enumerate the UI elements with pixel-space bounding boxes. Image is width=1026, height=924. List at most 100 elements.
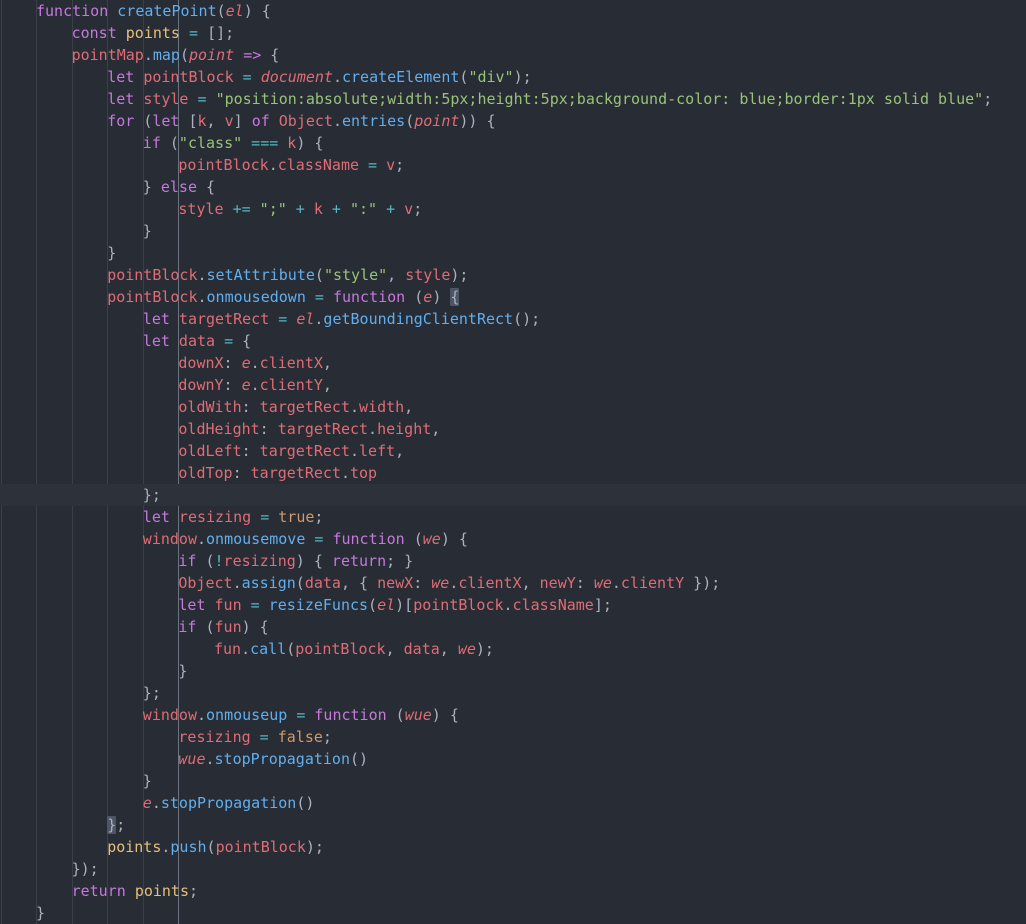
code-line[interactable]: } — [0, 242, 1026, 264]
code-token: entries — [342, 112, 406, 130]
code-line[interactable]: pointMap.map(point => { — [0, 44, 1026, 66]
code-line[interactable]: for (let [k, v] of Object.entries(point)… — [0, 110, 1026, 132]
code-token: resizeFuncs — [268, 596, 369, 614]
code-token: . — [241, 640, 251, 658]
code-line[interactable]: e.stopPropagation() — [0, 792, 1026, 814]
code-token: . — [349, 442, 360, 460]
code-line[interactable]: if ("class" === k) { — [0, 132, 1026, 154]
code-line[interactable]: fun.call(pointBlock, data, we); — [0, 638, 1026, 660]
code-token: } — [107, 244, 117, 262]
code-token: ) — [295, 552, 305, 570]
code-line[interactable]: } — [0, 902, 1026, 924]
code-token: let — [107, 68, 135, 86]
code-token: clientX — [458, 574, 522, 592]
code-line[interactable]: let resizing = true; — [0, 506, 1026, 528]
code-line[interactable]: points.push(pointBlock); — [0, 836, 1026, 858]
code-line[interactable]: resizing = false; — [0, 726, 1026, 748]
code-token: downY — [178, 376, 224, 394]
code-token: let — [178, 596, 206, 614]
code-token: top — [349, 464, 378, 482]
code-token: for — [107, 112, 135, 130]
code-line[interactable]: oldTop: targetRect.top — [0, 462, 1026, 484]
code-line[interactable]: window.onmousemove = function (we) { — [0, 528, 1026, 550]
code-line[interactable]: } else { — [0, 176, 1026, 198]
code-line[interactable]: if (!resizing) { return; } — [0, 550, 1026, 572]
code-token: function — [36, 2, 109, 20]
code-token: , — [340, 574, 360, 592]
code-token: let — [142, 508, 170, 526]
code-line[interactable]: }; — [0, 484, 1026, 506]
code-token: } — [404, 552, 414, 570]
code-line[interactable]: Object.assign(data, { newX: we.clientX, … — [0, 572, 1026, 594]
code-line[interactable]: function createPoint(el) { — [0, 0, 1026, 22]
code-line[interactable]: } — [0, 660, 1026, 682]
code-token: = — [250, 596, 260, 614]
code-line[interactable]: return points; — [0, 880, 1026, 902]
code-token: fun — [214, 618, 242, 636]
code-token: = — [259, 728, 269, 746]
code-token: pointBlock — [413, 596, 504, 614]
code-line[interactable]: let style = "position:absolute;width:5px… — [0, 88, 1026, 110]
code-token: pointBlock — [107, 266, 198, 284]
code-token: : — [232, 464, 251, 482]
code-token: ) — [440, 530, 450, 548]
code-token: point — [189, 46, 235, 64]
code-line[interactable]: } — [0, 770, 1026, 792]
code-token: = — [189, 24, 199, 42]
code-content[interactable]: function createPoint(el) {const points =… — [0, 0, 1026, 924]
code-line[interactable]: pointBlock.onmousedown = function (e) { — [0, 286, 1026, 308]
code-token: style — [405, 266, 451, 284]
code-token: . — [368, 420, 378, 438]
code-token: ) — [243, 2, 253, 20]
code-line[interactable]: let pointBlock = document.createElement(… — [0, 66, 1026, 88]
code-line[interactable]: }); — [0, 858, 1026, 880]
code-token: { — [242, 332, 252, 350]
code-token: { — [261, 2, 271, 20]
code-token: } — [142, 178, 152, 196]
code-line[interactable]: window.onmouseup = function (wue) { — [0, 704, 1026, 726]
code-line[interactable]: }; — [0, 814, 1026, 836]
code-line[interactable]: let targetRect = el.getBoundingClientRec… — [0, 308, 1026, 330]
code-line[interactable]: } — [0, 220, 1026, 242]
code-token: + — [295, 200, 305, 218]
code-line[interactable]: oldLeft: targetRect.left, — [0, 440, 1026, 462]
code-line[interactable]: style += ";" + k + ":" + v; — [0, 198, 1026, 220]
code-line[interactable]: wue.stopPropagation() — [0, 748, 1026, 770]
code-line[interactable]: let fun = resizeFuncs(el)[pointBlock.cla… — [0, 594, 1026, 616]
code-line[interactable]: downX: e.clientX, — [0, 352, 1026, 374]
code-token: } — [107, 816, 117, 834]
code-line[interactable]: const points = []; — [0, 22, 1026, 44]
code-line[interactable]: pointBlock.className = v; — [0, 154, 1026, 176]
code-line[interactable]: downY: e.clientY, — [0, 374, 1026, 396]
code-line[interactable]: }; — [0, 682, 1026, 704]
code-token: { — [314, 134, 324, 152]
code-line[interactable]: pointBlock.setAttribute("style", style); — [0, 264, 1026, 286]
code-token: []; — [207, 24, 235, 42]
code-token: function — [314, 706, 387, 724]
code-line[interactable]: let data = { — [0, 330, 1026, 352]
code-line[interactable]: if (fun) { — [0, 616, 1026, 638]
code-line[interactable]: oldHeight: targetRect.height, — [0, 418, 1026, 440]
code-token: . — [268, 156, 278, 174]
code-token: ); — [305, 838, 324, 856]
code-line[interactable]: oldWith: targetRect.width, — [0, 396, 1026, 418]
code-token: if — [178, 552, 197, 570]
code-token: clientY — [620, 574, 685, 592]
code-editor[interactable]: function createPoint(el) {const points =… — [0, 0, 1026, 924]
code-token: v — [224, 112, 234, 130]
